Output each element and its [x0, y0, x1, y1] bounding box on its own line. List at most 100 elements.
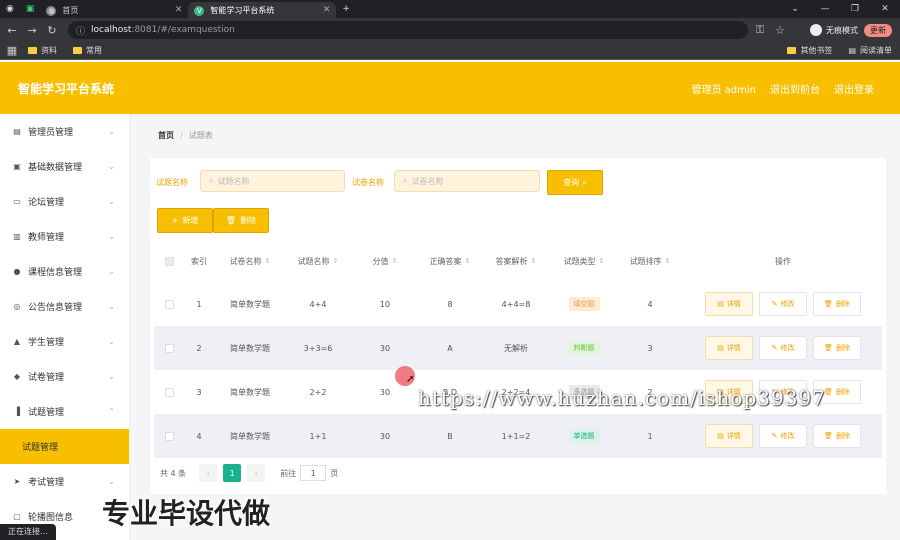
exit-to-frontend-link[interactable]: 退出到前台	[770, 81, 820, 96]
cell-order: 3	[647, 343, 653, 353]
prev-page-button[interactable]: ‹	[199, 464, 218, 482]
logout-link[interactable]: 退出登录	[834, 81, 874, 96]
folder-icon	[787, 47, 797, 54]
browser-tab-active[interactable]: V 智能学习平台系统 ✕	[188, 2, 337, 18]
sidebar-item[interactable]: ▥ 教师管理 ⌄	[0, 219, 129, 254]
table-row[interactable]: 1 简单数学题 4+4 10 8 4+4=8 填空题 4 ▤ 详情 ✎ 修改 🗑 删除	[154, 282, 882, 326]
chevron-icon: ⌄	[108, 477, 115, 486]
breadcrumb-home[interactable]: 首页	[158, 131, 174, 140]
sidebar-item[interactable]: ▐ 试题管理 ⌃	[0, 394, 129, 429]
col-header[interactable]: 分值 ⇕	[350, 256, 420, 267]
star-icon[interactable]: ☆	[772, 24, 788, 37]
cell-type: 判断题	[552, 341, 616, 355]
browser-menu-icon[interactable]: ◉	[0, 0, 20, 18]
minimize-icon[interactable]: —	[810, 0, 840, 18]
reading-list[interactable]: ▤ 阅读清单	[848, 45, 892, 56]
detail-button[interactable]: ▤ 详情	[705, 336, 753, 360]
cell-question: 1+1	[309, 431, 327, 441]
browser-tab-home[interactable]: ◍ 首页 ✕	[40, 2, 188, 18]
edit-button[interactable]: ✎ 修改	[759, 424, 807, 448]
row-checkbox[interactable]	[164, 431, 174, 441]
page-button-current[interactable]: 1	[223, 464, 242, 482]
apps-icon[interactable]: ▦	[4, 44, 20, 57]
bookmark-folder[interactable]: 常用	[73, 45, 102, 56]
select-all-checkbox[interactable]	[164, 256, 174, 266]
row-delete-button[interactable]: 🗑 删除	[813, 336, 861, 360]
search-button[interactable]: 查询 ⌕	[547, 170, 603, 195]
edit-icon: ✎	[771, 300, 778, 308]
col-header[interactable]: 试题排序 ⇕	[616, 256, 684, 267]
sidebar-item[interactable]: ▲ 学生管理 ⌄	[0, 324, 129, 359]
chevron-icon: ⌄	[108, 267, 115, 276]
url-input[interactable]: ⓘ localhost:8081/#/examquestion	[68, 21, 748, 39]
col-header[interactable]: 正确答案 ⇕	[420, 256, 480, 267]
forward-icon[interactable]: →	[24, 24, 40, 37]
paper-name-input[interactable]: ⌕ 试卷名称	[394, 170, 540, 192]
row-checkbox[interactable]	[164, 343, 174, 353]
row-select-cell	[154, 343, 184, 353]
sidebar-item-label: 公告信息管理	[28, 303, 83, 313]
sidebar-item[interactable]: ● 课程信息管理 ⌄	[0, 254, 129, 289]
sidebar-item[interactable]: ▭ 论坛管理 ⌄	[0, 184, 129, 219]
question-type-badge: 单选题	[568, 429, 600, 443]
row-checkbox[interactable]	[164, 387, 174, 397]
window-close-icon[interactable]: ✕	[870, 0, 900, 18]
question-name-input[interactable]: ⌕ 试题名称	[200, 170, 345, 192]
graduation-icon: ▲	[13, 337, 21, 346]
sidebar-item[interactable]: ◆ 试卷管理 ⌄	[0, 359, 129, 394]
pinned-tab-icon[interactable]: ▣	[20, 0, 41, 18]
incognito-indicator[interactable]: 无痕模式	[810, 24, 858, 36]
detail-icon: ▤	[717, 300, 724, 308]
chevron-icon: ⌃	[108, 407, 115, 416]
delete-button[interactable]: 🗑 删除	[213, 208, 269, 233]
reload-icon[interactable]: ↻	[44, 24, 60, 37]
close-icon[interactable]: ✕	[323, 5, 331, 15]
col-header[interactable]: 试卷名称 ⇕	[214, 256, 286, 267]
sidebar-item-label: 考试管理	[28, 478, 65, 488]
browser-tab-strip: ◉ ▣ ◍ 首页 ✕ V 智能学习平台系统 ✕ + ⌄ — ❐ ✕	[0, 0, 900, 18]
content-panel: 试题名称 ⌕ 试题名称 试卷名称 ⌕ 试卷名称 查询 ⌕ + 新增 🗑 删除 索引 试卷名…	[150, 158, 886, 494]
cell-answer: 8	[447, 299, 453, 309]
edit-button[interactable]: ✎ 修改	[759, 292, 807, 316]
col-header[interactable]: 答案解析 ⇕	[480, 256, 552, 267]
sidebar-item-label: 试题管理	[28, 408, 65, 418]
question-table: 索引 试卷名称 ⇕ 试题名称 ⇕ 分值 ⇕ 正确答案 ⇕ 答案解析 ⇕ 试题类型 ⇕ 试题排…	[154, 240, 882, 458]
sidebar-item[interactable]: ▤ 管理员管理 ⌄	[0, 114, 129, 149]
back-icon[interactable]: ←	[4, 24, 20, 37]
next-page-button[interactable]: ›	[247, 464, 266, 482]
goto-page-input[interactable]: 1	[300, 465, 327, 481]
other-bookmarks[interactable]: 其他书签	[787, 45, 832, 56]
update-button[interactable]: 更新	[864, 23, 892, 37]
key-icon[interactable]: ⚿	[752, 23, 768, 37]
detail-button[interactable]: ▤ 详情	[705, 292, 753, 316]
tab-search-icon[interactable]: ⌄	[780, 0, 810, 18]
row-checkbox[interactable]	[164, 299, 174, 309]
bookmark-folder[interactable]: 资料	[28, 45, 57, 56]
new-tab-button[interactable]: +	[336, 0, 356, 18]
table-row[interactable]: 4 简单数学题 1+1 30 B 1+1=2 单选题 1 ▤ 详情 ✎ 修改 🗑 删除	[154, 414, 882, 458]
cell-analysis: 4+4=8	[501, 299, 531, 309]
sidebar-item[interactable]: 试题管理	[0, 429, 129, 464]
sidebar-item[interactable]: ▣ 基础数据管理 ⌄	[0, 149, 129, 184]
overlay-caption: 专业毕设代做	[102, 497, 271, 530]
table-row[interactable]: 2 简单数学题 3+3=6 30 A 无解析 判断题 3 ▤ 详情 ✎ 修改 🗑 删除	[154, 326, 882, 370]
sidebar-item-label: 课程信息管理	[28, 268, 83, 278]
goto-label: 前往	[280, 468, 297, 478]
edit-button[interactable]: ✎ 修改	[759, 336, 807, 360]
close-icon[interactable]: ✕	[175, 5, 183, 15]
breadcrumb-current: 试题表	[188, 131, 213, 140]
col-header[interactable]: 试题类型 ⇕	[552, 256, 616, 267]
filter-label-paper: 试卷名称	[352, 178, 384, 187]
trash-icon: 🗑	[824, 432, 833, 440]
maximize-icon[interactable]: ❐	[840, 0, 870, 18]
vue-icon: V	[194, 5, 205, 16]
chevron-icon: ⌄	[108, 337, 115, 346]
chevron-icon: ⌄	[108, 232, 115, 241]
row-delete-button[interactable]: 🗑 删除	[813, 292, 861, 316]
globe-icon: ◍	[46, 5, 57, 16]
row-delete-button[interactable]: 🗑 删除	[813, 424, 861, 448]
col-header[interactable]: 试题名称 ⇕	[286, 256, 350, 267]
detail-button[interactable]: ▤ 详情	[705, 424, 753, 448]
add-button[interactable]: + 新增	[157, 208, 213, 233]
sidebar-item[interactable]: ◎ 公告信息管理 ⌄	[0, 289, 129, 324]
